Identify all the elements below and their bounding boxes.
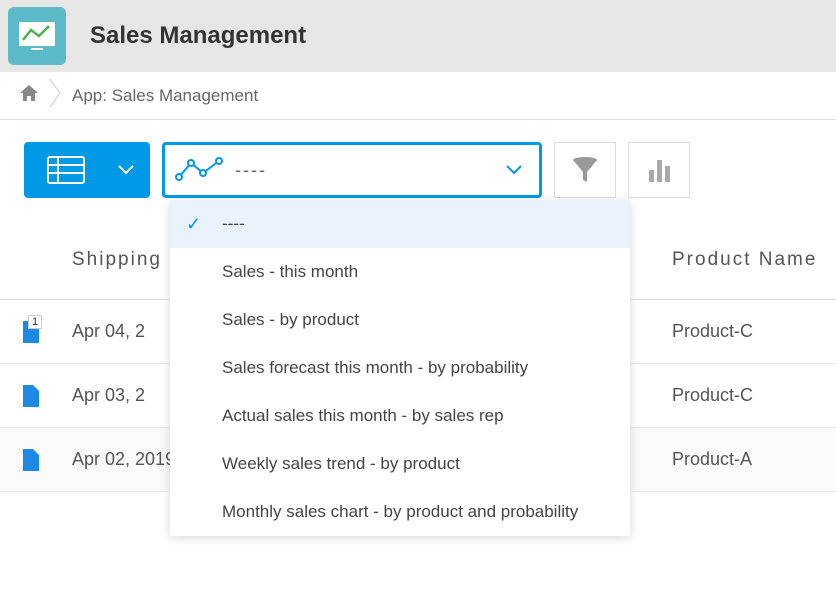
record-icon <box>0 385 62 407</box>
home-icon[interactable] <box>18 83 40 108</box>
row-product-name: Product-C <box>662 385 836 406</box>
chevron-down-icon <box>489 164 539 176</box>
filter-button[interactable] <box>554 142 616 198</box>
dropdown-item[interactable]: ✓---- <box>170 200 630 248</box>
row-badge: 1 <box>28 315 42 329</box>
breadcrumb: App: Sales Management <box>0 72 836 120</box>
graph-select-value: ---- <box>235 160 489 181</box>
dropdown-item[interactable]: Monthly sales chart - by product and pro… <box>170 488 630 536</box>
toolbar: ---- ✓----Sales - this monthSales - by p… <box>0 120 836 220</box>
funnel-icon <box>569 154 601 186</box>
breadcrumb-app-label[interactable]: App: Sales Management <box>72 86 258 106</box>
sheet-icon <box>27 155 105 185</box>
graph-dropdown: ✓---- Sales - this month Sales - by produc… <box>170 200 630 536</box>
chart-button[interactable] <box>628 142 690 198</box>
line-chart-icon <box>165 155 235 185</box>
dropdown-item[interactable]: Sales - this month <box>170 248 630 296</box>
dropdown-item[interactable]: Actual sales this month - by sales rep <box>170 392 630 440</box>
dropdown-item[interactable]: Sales forecast this month - by probabili… <box>170 344 630 392</box>
dropdown-item-label: Sales - this month <box>222 262 630 282</box>
row-product-name: Product-C <box>662 321 836 342</box>
app-header: Sales Management <box>0 0 836 72</box>
app-title: Sales Management <box>90 22 306 50</box>
row-product-name: Product-A <box>662 449 836 470</box>
dropdown-item[interactable]: Weekly sales trend - by product <box>170 440 630 488</box>
dropdown-item-label: Sales - by product <box>222 310 630 330</box>
chevron-down-icon <box>105 164 147 176</box>
record-icon: 1 <box>0 321 62 343</box>
bar-chart-icon <box>645 156 673 184</box>
dropdown-item-label: ---- <box>222 214 630 234</box>
record-icon <box>0 449 62 471</box>
dropdown-item[interactable]: Sales - by product <box>170 296 630 344</box>
document-icon <box>23 449 39 471</box>
app-logo-icon <box>8 7 66 65</box>
dropdown-item-label: Weekly sales trend - by product <box>222 454 630 474</box>
check-icon: ✓ <box>186 214 222 235</box>
document-icon <box>23 385 39 407</box>
dropdown-item-label: Monthly sales chart - by product and pro… <box>222 502 630 522</box>
breadcrumb-separator-icon <box>48 77 64 114</box>
column-product-name[interactable]: Product Name <box>662 249 836 271</box>
sheet-view-button[interactable] <box>24 142 150 198</box>
graph-select[interactable]: ---- <box>162 142 542 198</box>
dropdown-item-label: Actual sales this month - by sales rep <box>222 406 630 426</box>
dropdown-item-label: Sales forecast this month - by probabili… <box>222 358 630 378</box>
